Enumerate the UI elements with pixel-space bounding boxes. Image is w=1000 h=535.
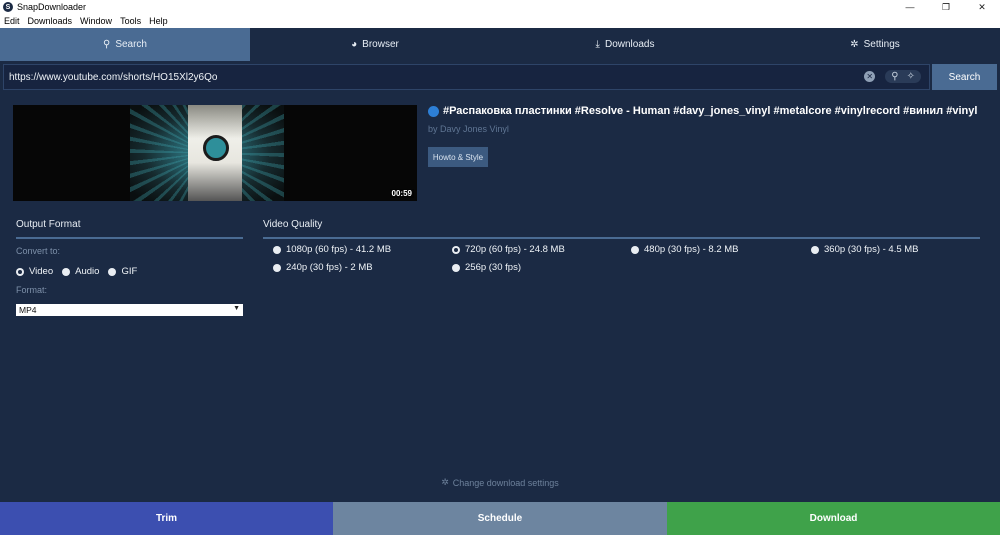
magic-wand-icon[interactable]: ✧ bbox=[907, 71, 915, 82]
quality-option-label: 360p (30 fps) - 4.5 MB bbox=[824, 244, 919, 255]
convert-option-audio[interactable]: Audio bbox=[62, 266, 99, 277]
radio-icon bbox=[452, 263, 460, 272]
video-quality-divider bbox=[263, 237, 980, 239]
output-format-heading: Output Format bbox=[16, 219, 81, 230]
trim-button[interactable]: Trim bbox=[0, 502, 333, 535]
video-author: by Davy Jones Vinyl bbox=[428, 124, 509, 134]
convert-option-gif[interactable]: GIF bbox=[108, 266, 137, 277]
convert-option-label: Video bbox=[29, 266, 54, 277]
output-format-divider bbox=[16, 237, 243, 239]
caret-down-icon: ▼ bbox=[233, 305, 240, 312]
schedule-button[interactable]: Schedule bbox=[333, 502, 667, 535]
tab-search[interactable]: ⚲ Search bbox=[0, 28, 250, 61]
tab-label: Browser bbox=[362, 39, 399, 50]
url-tools: ⚲ ✧ bbox=[885, 70, 921, 83]
menu-downloads[interactable]: Downloads bbox=[24, 16, 77, 26]
tab-label: Settings bbox=[863, 39, 900, 50]
radio-icon bbox=[631, 245, 639, 254]
quality-option-256p[interactable]: 256p (30 fps) bbox=[452, 262, 521, 273]
tab-browser[interactable]: ◕ Browser bbox=[250, 28, 500, 61]
menu-tools[interactable]: Tools bbox=[116, 16, 145, 26]
menu-help[interactable]: Help bbox=[145, 16, 172, 26]
format-select-value: MP4 bbox=[19, 305, 37, 315]
app-logo-icon: S bbox=[3, 2, 13, 12]
action-bar: Trim Schedule Download bbox=[0, 502, 1000, 535]
globe-icon bbox=[428, 105, 439, 117]
url-value: https://www.youtube.com/shorts/HO15Xl2y6… bbox=[9, 71, 218, 83]
video-title-text: #Распаковка пластинки #Resolve - Human #… bbox=[443, 105, 978, 117]
title-bar: S SnapDownloader — ❐ ✕ bbox=[0, 0, 1000, 14]
radio-icon bbox=[62, 267, 71, 276]
menu-window[interactable]: Window bbox=[76, 16, 116, 26]
gear-icon: ✲ bbox=[441, 477, 449, 487]
close-button[interactable]: ✕ bbox=[964, 0, 1000, 14]
radio-icon bbox=[108, 267, 117, 276]
url-bar: https://www.youtube.com/shorts/HO15Xl2y6… bbox=[0, 61, 1000, 93]
window-controls: — ❐ ✕ bbox=[892, 0, 1000, 14]
format-label: Format: bbox=[16, 285, 48, 295]
quality-option-720p[interactable]: 720p (60 fps) - 24.8 MB bbox=[452, 244, 565, 255]
globe-icon: ◕ bbox=[351, 39, 358, 50]
main-tabs: ⚲ Search ◕ Browser ⤓ Downloads ✲ Setting… bbox=[0, 28, 1000, 61]
quality-option-label: 1080p (60 fps) - 41.2 MB bbox=[286, 244, 392, 255]
video-thumbnail[interactable]: 00:59 bbox=[13, 105, 417, 201]
settings-link-label: Change download settings bbox=[452, 477, 559, 488]
video-quality-heading: Video Quality bbox=[263, 219, 323, 230]
maximize-button[interactable]: ❐ bbox=[928, 0, 964, 14]
url-input[interactable]: https://www.youtube.com/shorts/HO15Xl2y6… bbox=[3, 64, 930, 90]
category-badge: Howto & Style bbox=[428, 147, 488, 167]
minimize-button[interactable]: — bbox=[892, 0, 928, 14]
tab-downloads[interactable]: ⤓ Downloads bbox=[500, 28, 750, 61]
gear-icon: ✲ bbox=[850, 39, 859, 50]
video-duration: 00:59 bbox=[389, 189, 414, 198]
change-download-settings-link[interactable]: ✲ Change download settings bbox=[0, 477, 1000, 488]
menu-bar: Edit Downloads Window Tools Help bbox=[0, 14, 1000, 28]
convert-option-label: Audio bbox=[75, 266, 100, 277]
tab-label: Downloads bbox=[604, 39, 655, 50]
download-icon: ⤓ bbox=[595, 39, 600, 50]
quality-option-label: 720p (60 fps) - 24.8 MB bbox=[465, 244, 565, 255]
thumbnail-record-label bbox=[203, 135, 229, 161]
clear-icon[interactable]: ✕ bbox=[864, 71, 876, 82]
search-icon: ⚲ bbox=[102, 39, 111, 50]
radio-icon bbox=[273, 263, 281, 272]
url-actions: ✕ ⚲ ✧ bbox=[864, 70, 921, 83]
quality-option-label: 240p (30 fps) - 2 MB bbox=[286, 262, 373, 273]
search-button[interactable]: Search bbox=[932, 64, 997, 90]
tab-label: Search bbox=[115, 39, 147, 50]
radio-icon bbox=[16, 267, 24, 276]
quality-option-1080p[interactable]: 1080p (60 fps) - 41.2 MB bbox=[273, 244, 391, 255]
radio-icon bbox=[273, 245, 281, 254]
quality-option-480p[interactable]: 480p (30 fps) - 8.2 MB bbox=[631, 244, 739, 255]
picker-icon[interactable]: ⚲ bbox=[891, 71, 898, 82]
quality-option-label: 480p (30 fps) - 8.2 MB bbox=[644, 244, 739, 255]
video-title: #Распаковка пластинки #Resolve - Human #… bbox=[428, 105, 988, 117]
window-title: SnapDownloader bbox=[17, 2, 87, 12]
quality-option-360p[interactable]: 360p (30 fps) - 4.5 MB bbox=[811, 244, 919, 255]
convert-to-label: Convert to: bbox=[16, 246, 61, 256]
quality-option-240p[interactable]: 240p (30 fps) - 2 MB bbox=[273, 262, 373, 273]
menu-edit[interactable]: Edit bbox=[0, 16, 24, 26]
tab-settings[interactable]: ✲ Settings bbox=[750, 28, 1000, 61]
convert-option-video[interactable]: Video bbox=[16, 266, 53, 277]
quality-option-label: 256p (30 fps) bbox=[465, 262, 521, 273]
radio-icon bbox=[452, 245, 460, 254]
convert-option-label: GIF bbox=[121, 266, 138, 277]
convert-options: Video Audio GIF bbox=[16, 266, 146, 277]
format-select[interactable]: MP4 ▼ bbox=[16, 304, 243, 316]
radio-icon bbox=[811, 245, 819, 254]
download-button[interactable]: Download bbox=[667, 502, 1000, 535]
